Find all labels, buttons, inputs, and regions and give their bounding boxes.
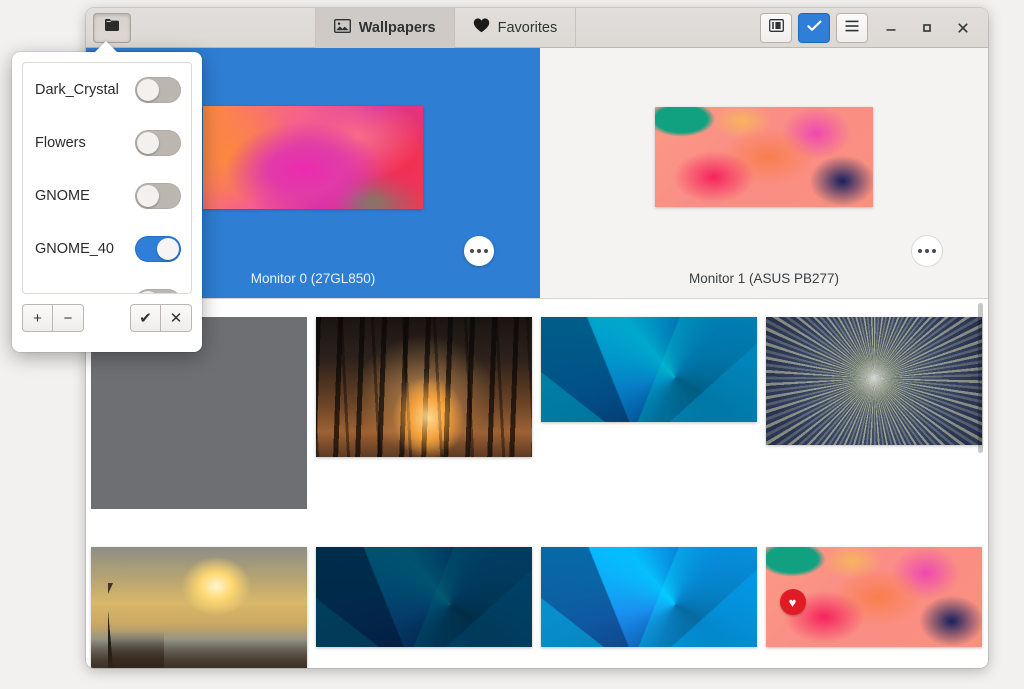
collection-label: Misc — [35, 294, 65, 295]
monitor-1-wallpaper-preview — [655, 107, 873, 207]
tab-favorites[interactable]: Favorites — [455, 8, 577, 48]
monitor-1-label: Monitor 1 (ASUS PB277) — [540, 271, 988, 286]
wallpaper-manager-window: Wallpapers Favorites — [86, 8, 988, 668]
gallery-cell: ♥ — [761, 547, 986, 668]
dot — [918, 249, 922, 253]
headerbar-left — [86, 13, 131, 43]
wallpaper-thumb-dark-geometric[interactable] — [316, 547, 532, 647]
collection-label: Dark_Crystal — [35, 82, 119, 98]
collection-toggle-flowers[interactable] — [135, 130, 181, 156]
heart-icon — [473, 18, 490, 37]
wallpaper-thumb-autumn-forest[interactable] — [316, 317, 532, 457]
minimize-button[interactable] — [878, 15, 904, 41]
gallery-cell — [311, 547, 536, 668]
collection-label: GNOME — [35, 188, 90, 204]
screen: Wallpapers Favorites — [0, 0, 1024, 689]
headerbar-right — [760, 13, 988, 43]
confirm-button[interactable]: ✔ — [130, 304, 161, 332]
gallery-row — [86, 317, 988, 517]
check-icon — [807, 19, 822, 37]
add-remove-button-group: + − — [22, 304, 84, 332]
collection-toggle-gnome-40[interactable] — [135, 236, 181, 262]
dot — [925, 249, 929, 253]
collections-list[interactable]: Dark_Crystal Flowers GNOME GNOME_40 — [22, 62, 192, 294]
monitor-card-1[interactable]: Monitor 1 (ASUS PB277) — [540, 48, 988, 298]
gallery-scrollbar[interactable] — [976, 299, 986, 668]
collection-label: Flowers — [35, 135, 86, 151]
monitor-preview-area: Monitor 0 (27GL850) Monitor 1 (ASUS PB27… — [86, 48, 988, 299]
collection-toggle-dark-crystal[interactable] — [135, 77, 181, 103]
close-button[interactable] — [950, 15, 976, 41]
tab-wallpapers[interactable]: Wallpapers — [315, 8, 455, 48]
tab-wallpapers-label: Wallpapers — [359, 20, 436, 36]
toggle-knob — [137, 291, 159, 295]
toggle-knob — [137, 132, 159, 154]
wallpaper-gallery: ♥ — [86, 299, 988, 668]
gallery-cell — [311, 317, 536, 517]
wallpaper-thumb-sunset-tree[interactable] — [91, 547, 307, 668]
monitor-0-options-button[interactable] — [464, 236, 494, 266]
monitor-1-options-button[interactable] — [912, 236, 942, 266]
favorite-badge: ♥ — [780, 589, 806, 615]
gallery-cell — [761, 317, 986, 517]
dot — [470, 249, 474, 253]
gallery-cell — [536, 317, 761, 517]
headerbar: Wallpapers Favorites — [86, 8, 988, 48]
folder-collections-button[interactable] — [93, 13, 131, 43]
toggle-knob — [137, 185, 159, 207]
collection-row-gnome-40[interactable]: GNOME_40 — [23, 222, 191, 275]
dot — [477, 249, 481, 253]
apply-button[interactable] — [798, 13, 830, 43]
dot — [484, 249, 488, 253]
wallpaper-thumb-blue-geometric[interactable] — [541, 317, 757, 422]
sidebar-icon — [769, 19, 784, 37]
menu-button[interactable] — [836, 13, 868, 43]
folder-icon — [104, 18, 120, 37]
wallpaper-thumb-gnome40-coral[interactable]: ♥ — [766, 547, 982, 647]
tab-favorites-label: Favorites — [498, 20, 558, 36]
collection-toggle-gnome[interactable] — [135, 183, 181, 209]
collection-row-misc[interactable]: Misc — [23, 275, 191, 294]
gallery-cell — [536, 547, 761, 668]
collection-row-gnome[interactable]: GNOME — [23, 169, 191, 222]
cancel-button[interactable]: ✕ — [161, 304, 192, 332]
view-switcher: Wallpapers Favorites — [315, 8, 576, 48]
heart-icon: ♥ — [789, 596, 797, 609]
gallery-row: ♥ — [86, 547, 988, 668]
toggle-knob — [157, 238, 179, 260]
monitor-0-wallpaper-preview — [203, 106, 423, 209]
sidebar-toggle-button[interactable] — [760, 13, 792, 43]
hamburger-icon — [845, 19, 859, 37]
wallpaper-thumb-blue-geometric-2[interactable] — [541, 547, 757, 647]
image-icon — [334, 19, 351, 37]
add-collection-button[interactable]: + — [22, 304, 53, 332]
collection-row-flowers[interactable]: Flowers — [23, 116, 191, 169]
collection-row-dark-crystal[interactable]: Dark_Crystal — [23, 63, 191, 116]
gallery-scrollbar-thumb[interactable] — [978, 303, 983, 453]
maximize-button[interactable] — [914, 15, 940, 41]
dot — [932, 249, 936, 253]
collection-label: GNOME_40 — [35, 241, 114, 257]
collection-toggle-misc[interactable] — [135, 289, 181, 295]
toggle-knob — [137, 79, 159, 101]
popover-actions: + − ✔ ✕ — [22, 304, 192, 332]
wallpaper-thumb-aerial-forest[interactable] — [766, 317, 982, 445]
gallery-cell — [86, 547, 311, 668]
remove-collection-button[interactable]: − — [53, 304, 84, 332]
collections-popover: Dark_Crystal Flowers GNOME GNOME_40 — [12, 52, 202, 352]
confirm-cancel-button-group: ✔ ✕ — [130, 304, 192, 332]
